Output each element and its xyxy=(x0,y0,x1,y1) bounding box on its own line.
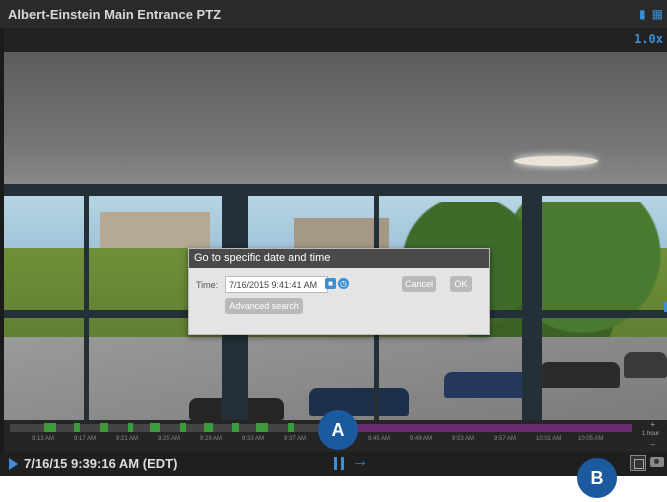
window-frame xyxy=(4,184,667,196)
trash-icon[interactable]: ▦ xyxy=(652,8,663,20)
page-margin xyxy=(0,476,667,502)
recording-segment xyxy=(150,423,160,432)
time-input[interactable] xyxy=(225,276,328,293)
dialog-title: Go to specific date and time xyxy=(189,249,489,268)
timeline-tick-label: 10:05 AM xyxy=(578,436,604,442)
video-toolbar: 1.0x xyxy=(4,28,667,52)
recording-segment xyxy=(100,423,108,432)
video-building xyxy=(100,212,210,252)
video-feed[interactable] xyxy=(4,52,667,420)
timeline-tick-label: 9:57 AM xyxy=(494,436,517,442)
bookmark-icon[interactable]: ▮ xyxy=(639,8,646,20)
ok-button[interactable]: OK xyxy=(450,276,472,292)
advanced-search-button[interactable]: Advanced search xyxy=(225,298,303,314)
window-frame xyxy=(522,184,542,420)
timeline-tick-label: 9:49 AM xyxy=(410,436,433,442)
camera-title: Albert-Einstein Main Entrance PTZ xyxy=(8,7,222,22)
playback-controls: 7/16/15 9:39:16 AM (EDT) → xyxy=(0,452,667,476)
timeline-tick-label: 9:25 AM xyxy=(158,436,181,442)
recording-segment xyxy=(256,423,268,432)
recording-segment xyxy=(232,423,239,432)
goto-date-dialog: Go to specific date and time Time: ■ ◷ C… xyxy=(188,248,490,335)
time-label: Time: xyxy=(196,280,219,290)
snapshot-camera-icon[interactable] xyxy=(650,457,664,467)
forward-arrow-icon[interactable]: → xyxy=(352,453,368,471)
pause-icon[interactable] xyxy=(334,457,344,470)
timeline-tick-label: 9:45 AM xyxy=(368,436,391,442)
zoom-level: 1.0x xyxy=(634,32,663,46)
timeline-tick-label: 9:53 AM xyxy=(452,436,475,442)
timeline-tick-label: 9:33 AM xyxy=(242,436,265,442)
recording-segment xyxy=(204,423,213,432)
video-car xyxy=(444,372,529,398)
calendar-icon[interactable]: ■ xyxy=(325,278,336,289)
recording-segment xyxy=(180,423,186,432)
callout-a: A xyxy=(318,410,358,450)
video-car xyxy=(540,362,620,388)
recording-segment xyxy=(44,423,56,432)
timeline-selection[interactable] xyxy=(350,424,632,432)
timeline-tick-label: 9:17 AM xyxy=(74,436,97,442)
timeline-tick-label: 9:21 AM xyxy=(116,436,139,442)
video-car xyxy=(309,388,409,416)
recording-segment xyxy=(288,423,294,432)
window-frame xyxy=(84,196,89,420)
recording-segment xyxy=(74,423,80,432)
timeline-tick-label: 9:37 AM xyxy=(284,436,307,442)
timeline-zoom-label: 1 hour xyxy=(641,431,659,437)
timeline-tick-label: 10:01 AM xyxy=(536,436,562,442)
ceiling-light xyxy=(514,156,598,166)
timeline-tick-label: 9:13 AM xyxy=(32,436,55,442)
playback-timestamp: 7/16/15 9:39:16 AM (EDT) xyxy=(24,456,178,471)
cancel-button[interactable]: Cancel xyxy=(402,276,436,292)
clock-icon[interactable]: ◷ xyxy=(338,278,349,289)
callout-b: B xyxy=(577,458,617,498)
video-car xyxy=(624,352,667,378)
zoom-in-icon[interactable]: + xyxy=(650,420,655,429)
recording-segment xyxy=(128,423,133,432)
title-bar: Albert-Einstein Main Entrance PTZ ▮ ▦ xyxy=(0,0,667,29)
play-icon[interactable] xyxy=(9,458,18,470)
fullscreen-icon[interactable] xyxy=(630,455,646,471)
zoom-out-icon[interactable]: – xyxy=(651,440,655,449)
video-roof xyxy=(4,52,667,190)
timeline-tick-label: 9:29 AM xyxy=(200,436,223,442)
